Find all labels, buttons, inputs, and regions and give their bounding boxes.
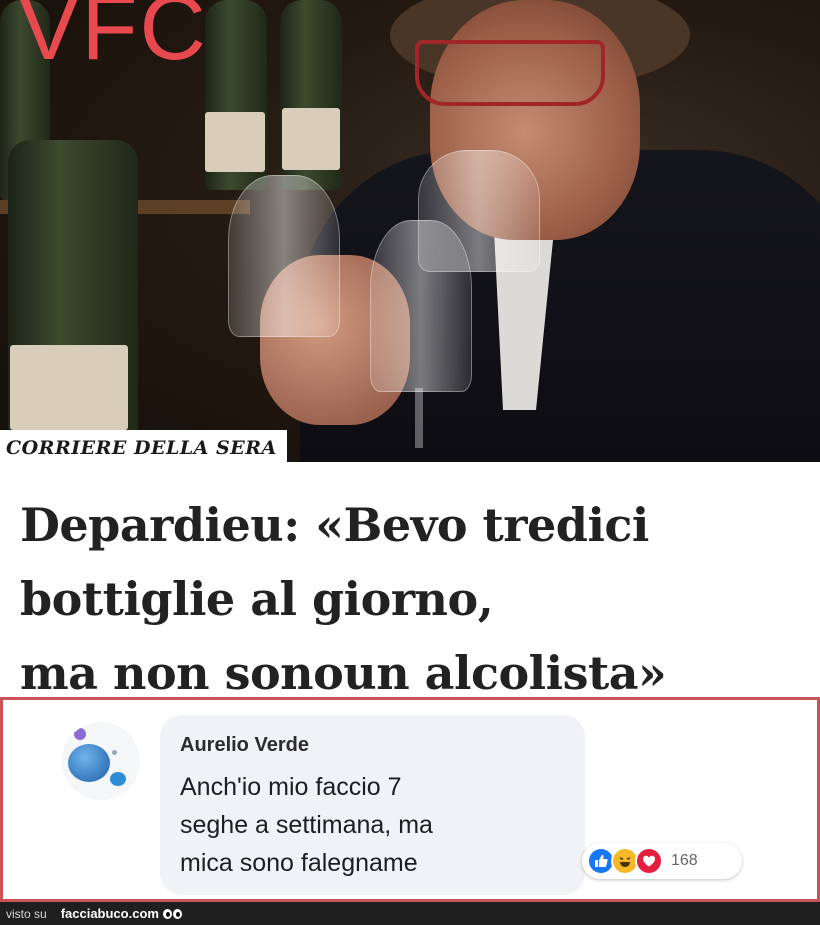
avatar-dot — [112, 750, 117, 755]
avatar[interactable] — [62, 722, 140, 800]
news-photo: VFC — [0, 0, 820, 462]
footer-prefix: visto su — [6, 906, 47, 921]
bottle-label — [282, 108, 340, 170]
eye-left — [162, 908, 172, 919]
headline-line: bottiglie al giorno, — [20, 572, 494, 626]
reactions-summary[interactable]: 168 — [582, 843, 742, 879]
headline-line: Depardieu: «Bevo tredici — [20, 498, 649, 552]
eyeglasses — [415, 40, 605, 106]
newspaper-tag: CORRIERE DELLA SERA — [0, 430, 287, 466]
avatar-dot — [74, 728, 86, 740]
comment-line: mica sono falegname — [180, 849, 418, 877]
wine-glass — [370, 220, 472, 392]
reaction-count: 168 — [671, 852, 698, 869]
avatar-ball-icon — [68, 744, 110, 782]
eyes-icon — [162, 908, 182, 919]
bottle-label — [10, 345, 128, 430]
brand-watermark: VFC — [18, 0, 208, 79]
comment-line: seghe a settimana, ma — [180, 811, 433, 839]
wine-glass — [228, 175, 340, 337]
footer-bar: visto su facciabuco.com — [0, 902, 820, 925]
newspaper-name: CORRIERE DELLA SERA — [6, 437, 277, 459]
glass-stem — [415, 388, 423, 448]
bottle-label — [205, 112, 265, 172]
comment-line: Anch'io mio faccio 7 — [180, 773, 402, 801]
comment-author[interactable]: Aurelio Verde — [180, 734, 309, 757]
comment-text: Anch'io mio faccio 7 seghe a settimana, … — [180, 768, 575, 882]
headline: Depardieu: «Bevo tredici bottiglie al gi… — [20, 488, 820, 710]
eye-right — [172, 908, 182, 919]
avatar-dot — [110, 772, 126, 786]
love-icon — [635, 847, 663, 875]
footer-site-link[interactable]: facciabuco.com — [61, 906, 159, 921]
